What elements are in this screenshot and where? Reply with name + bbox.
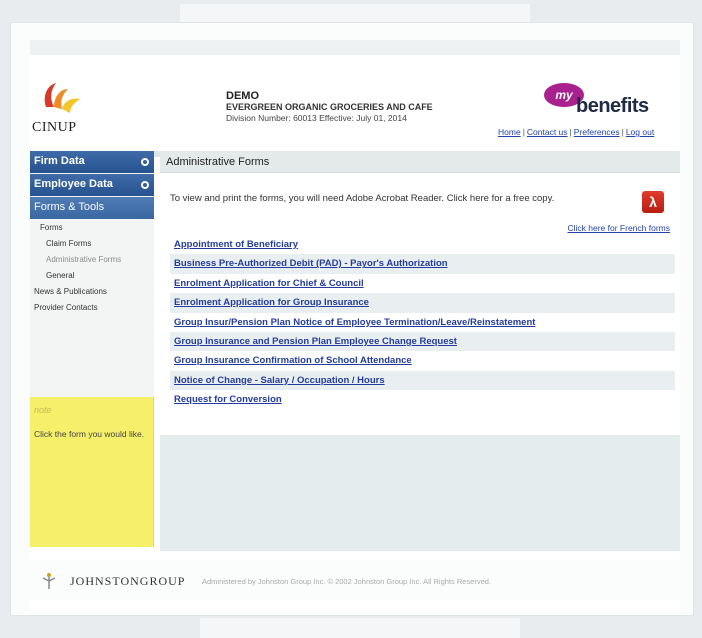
form-link[interactable]: Group Insurance Confirmation of School A… [170, 351, 675, 370]
adobe-pdf-icon[interactable]: λ [642, 191, 664, 213]
form-link[interactable]: Business Pre-Authorized Debit (PAD) - Pa… [170, 254, 675, 274]
demo-label: DEMO [226, 90, 259, 102]
expand-circle-icon [141, 158, 149, 166]
sidebar-item-forms[interactable]: Forms [30, 220, 154, 236]
sidebar-item-label: Employee Data [34, 178, 113, 190]
expand-circle-icon [141, 181, 149, 189]
sidebar-item-label: Firm Data [34, 155, 85, 167]
company-info: DEMO EVERGREEN ORGANIC GROCERIES AND CAF… [226, 91, 433, 124]
home-link[interactable]: Home [498, 127, 521, 137]
page-title: Administrative Forms [160, 151, 680, 173]
johnston-group-logo-text: JOHNSTONGROUP [70, 574, 186, 588]
form-link[interactable]: Enrolment Application for Chief & Counci… [170, 274, 675, 293]
form-link[interactable]: Group Insurance and Pension Plan Employe… [170, 331, 675, 352]
top-links: Home | Contact us | Preferences | Log out [498, 127, 655, 137]
sidebar-item-forms-tools[interactable]: Forms & Tools [30, 197, 154, 219]
footer: JOHNSTONGROUP Administered by Johnston G… [30, 560, 680, 600]
sidebar: Firm Data Employee Data Forms & Tools Fo… [30, 151, 154, 547]
note-title: note [34, 405, 52, 415]
main-content: Administrative Forms To view and print t… [160, 151, 680, 435]
mybenefits-logo: my benefits [544, 83, 654, 119]
preferences-link[interactable]: Preferences [574, 127, 620, 137]
content-filler [160, 435, 680, 551]
form-link[interactable]: Group Insur/Pension Plan Notice of Emplo… [170, 313, 675, 332]
contact-us-link[interactable]: Contact us [527, 127, 568, 137]
sidebar-item-news-publications[interactable]: News & Publications [30, 284, 154, 300]
header: CINUP DEMO EVERGREEN ORGANIC GROCERIES A… [30, 65, 680, 157]
page: CINUP DEMO EVERGREEN ORGANIC GROCERIES A… [30, 55, 680, 613]
sidebar-item-general[interactable]: General [30, 268, 154, 284]
copyright-text: Administered by Johnston Group Inc. © 20… [202, 577, 492, 586]
sticky-note: note Click the form you would like. [30, 397, 154, 547]
acrobat-instructions[interactable]: To view and print the forms, you will ne… [170, 193, 554, 204]
johnston-group-logo-icon [42, 573, 56, 589]
sidebar-item-label: Forms & Tools [34, 201, 105, 213]
mybenefits-word: benefits [576, 95, 649, 117]
sidebar-item-employee-data[interactable]: Employee Data [30, 174, 154, 196]
note-body: Click the form you would like. [34, 429, 145, 439]
form-link[interactable]: Appointment of Beneficiary [170, 235, 675, 254]
division-info: Division Number: 60013 Effective: July 0… [226, 113, 407, 123]
log-out-link[interactable]: Log out [626, 127, 654, 137]
sidebar-item-firm-data[interactable]: Firm Data [30, 151, 154, 173]
cinup-logo-text: CINUP [32, 120, 77, 135]
background-bottom-tab [200, 618, 520, 638]
sidebar-item-provider-contacts[interactable]: Provider Contacts [30, 300, 154, 316]
form-link[interactable]: Enrolment Application for Group Insuranc… [170, 293, 675, 313]
form-link[interactable]: Notice of Change - Salary / Occupation /… [170, 370, 675, 391]
sidebar-item-claim-forms[interactable]: Claim Forms [30, 236, 154, 252]
company-name: EVERGREEN ORGANIC GROCERIES AND CAFE [226, 102, 433, 112]
form-link[interactable]: Request for Conversion [170, 390, 675, 409]
french-forms-link[interactable]: Click here for French forms [568, 223, 671, 233]
forms-list: Appointment of Beneficiary Business Pre-… [170, 235, 675, 410]
sidebar-item-administrative-forms[interactable]: Administrative Forms [30, 252, 154, 268]
